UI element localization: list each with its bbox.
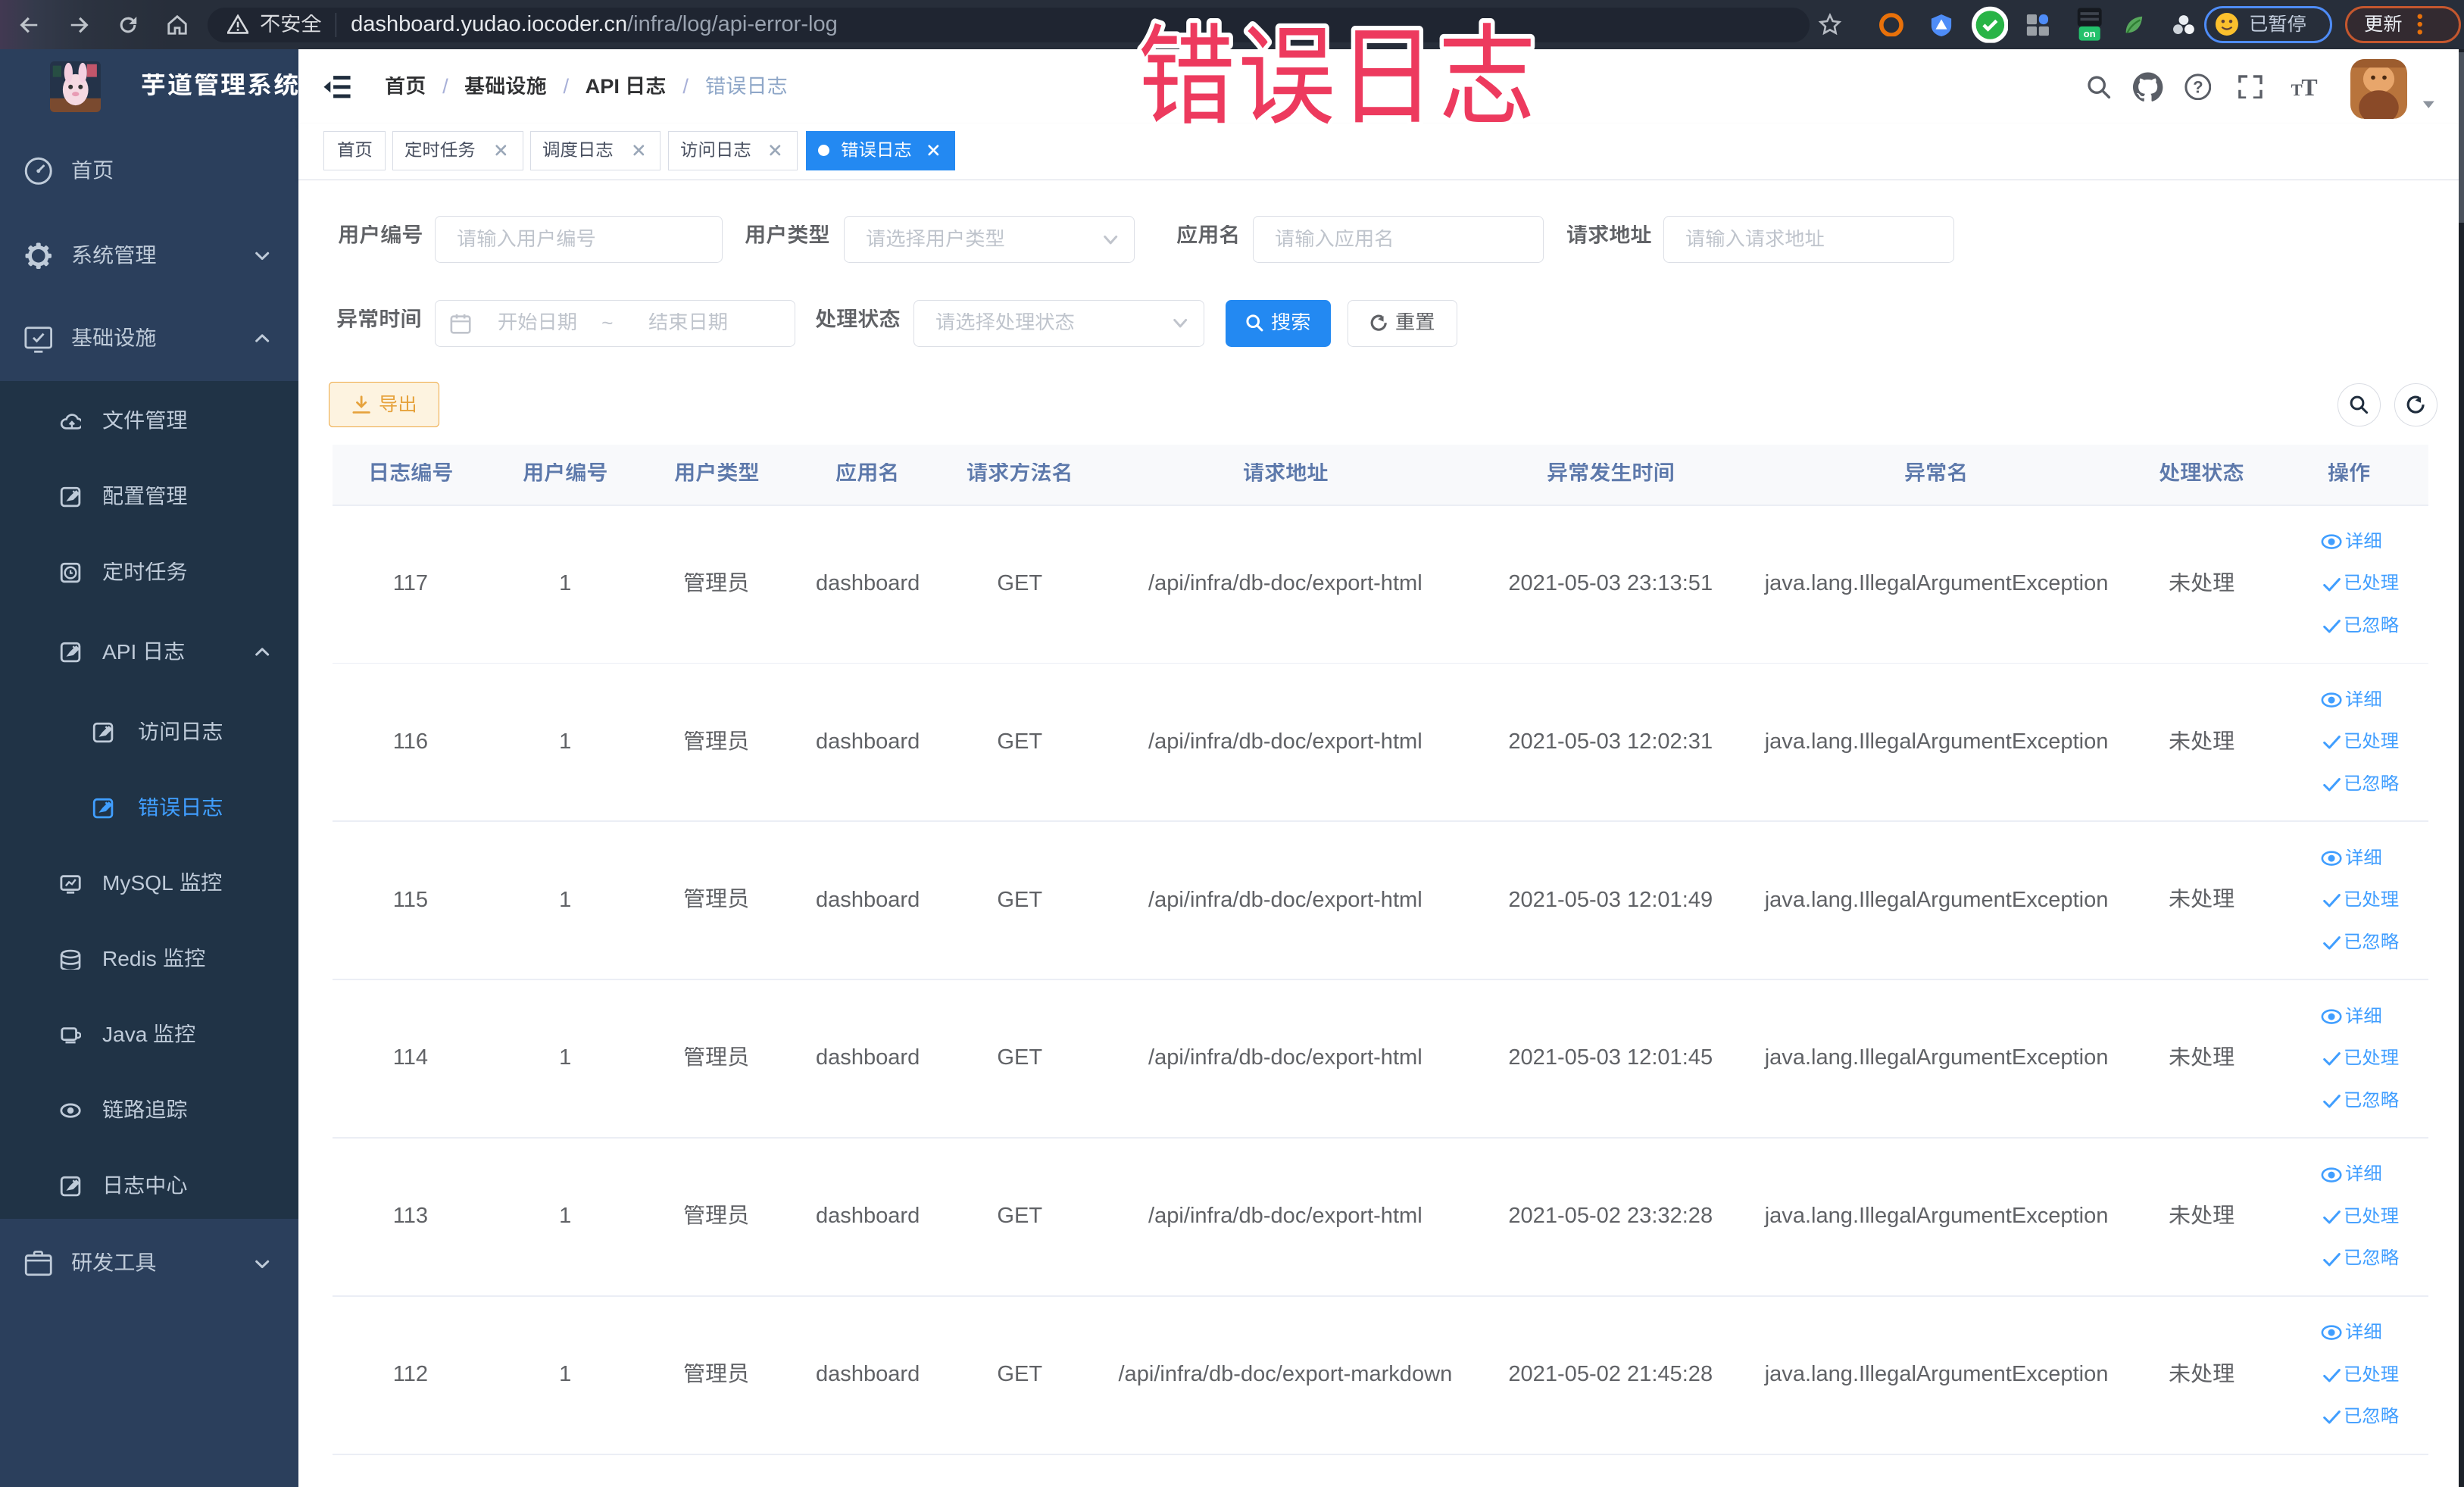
svg-text:on: on bbox=[2084, 27, 2096, 39]
svg-text:?: ? bbox=[2193, 77, 2203, 96]
svg-text:T: T bbox=[2301, 74, 2317, 100]
